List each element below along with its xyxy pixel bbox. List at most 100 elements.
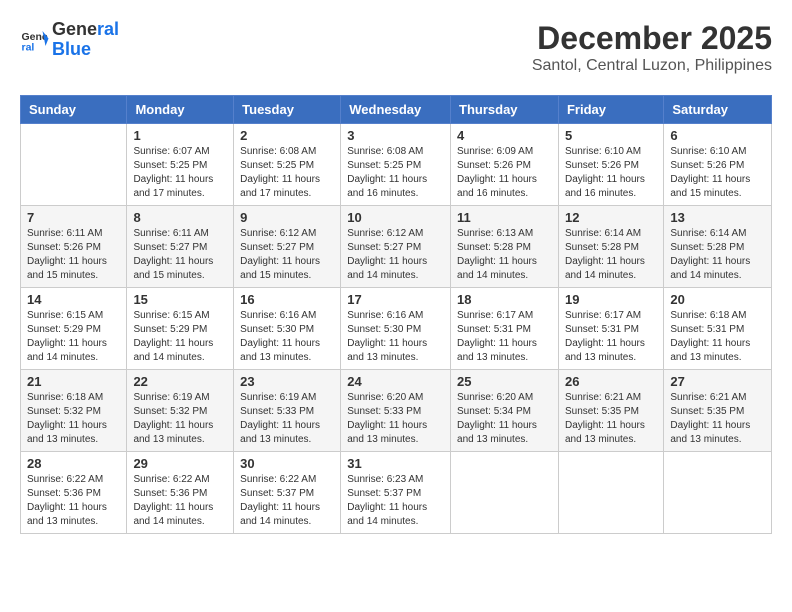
- day-info: Sunrise: 6:08 AMSunset: 5:25 PMDaylight:…: [347, 145, 444, 201]
- day-number: 16: [240, 292, 334, 307]
- day-info: Sunrise: 6:11 AMSunset: 5:27 PMDaylight:…: [133, 227, 227, 283]
- day-info: Sunrise: 6:16 AMSunset: 5:30 PMDaylight:…: [240, 309, 334, 365]
- day-number: 18: [457, 292, 552, 307]
- day-info: Sunrise: 6:19 AMSunset: 5:32 PMDaylight:…: [133, 391, 227, 447]
- day-info: Sunrise: 6:14 AMSunset: 5:28 PMDaylight:…: [670, 227, 765, 283]
- calendar-cell: 5Sunrise: 6:10 AMSunset: 5:26 PMDaylight…: [558, 124, 663, 206]
- day-info: Sunrise: 6:20 AMSunset: 5:33 PMDaylight:…: [347, 391, 444, 447]
- calendar-cell: 13 Sunrise: 6:14 AMSunset: 5:28 PMDayligh…: [664, 206, 772, 288]
- day-number: 14: [27, 292, 120, 307]
- calendar-cell: 18 Sunrise: 6:17 AMSunset: 5:31 PMDayligh…: [451, 288, 559, 370]
- day-number: 17: [347, 292, 444, 307]
- day-number: 3: [347, 128, 444, 143]
- day-info: Sunrise: 6:12 AMSunset: 5:27 PMDaylight:…: [240, 227, 334, 283]
- month-title: December 2025: [532, 20, 772, 57]
- calendar-cell: [451, 452, 559, 534]
- day-number: 6: [670, 128, 765, 143]
- svg-text:ral: ral: [22, 41, 35, 53]
- logo-text: General Blue: [52, 20, 119, 60]
- day-info: Sunrise: 6:17 AMSunset: 5:31 PMDaylight:…: [565, 309, 657, 365]
- calendar-cell: 21Sunrise: 6:18 AMSunset: 5:32 PMDayligh…: [21, 370, 127, 452]
- calendar-cell: 17 Sunrise: 6:16 AMSunset: 5:30 PMDayligh…: [341, 288, 451, 370]
- day-info: Sunrise: 6:21 AMSunset: 5:35 PMDaylight:…: [670, 391, 765, 447]
- day-info: Sunrise: 6:07 AMSunset: 5:25 PMDaylight:…: [133, 145, 227, 201]
- calendar-cell: 28Sunrise: 6:22 AMSunset: 5:36 PMDayligh…: [21, 452, 127, 534]
- weekday-header: Wednesday: [341, 96, 451, 124]
- day-info: Sunrise: 6:14 AMSunset: 5:28 PMDaylight:…: [565, 227, 657, 283]
- day-number: 1: [133, 128, 227, 143]
- day-info: Sunrise: 6:21 AMSunset: 5:35 PMDaylight:…: [565, 391, 657, 447]
- calendar-cell: 30 Sunrise: 6:22 AMSunset: 5:37 PMDayligh…: [234, 452, 341, 534]
- day-info: Sunrise: 6:15 AMSunset: 5:29 PMDaylight:…: [133, 309, 227, 365]
- weekday-header: Friday: [558, 96, 663, 124]
- day-info: Sunrise: 6:17 AMSunset: 5:31 PMDaylight:…: [457, 309, 552, 365]
- day-info: Sunrise: 6:11 AMSunset: 5:26 PMDaylight:…: [27, 227, 120, 283]
- day-number: 11: [457, 210, 552, 225]
- calendar-cell: 22 Sunrise: 6:19 AMSunset: 5:32 PMDayligh…: [127, 370, 234, 452]
- day-number: 12: [565, 210, 657, 225]
- day-number: 28: [27, 456, 120, 471]
- calendar-cell: [21, 124, 127, 206]
- weekday-header: Monday: [127, 96, 234, 124]
- calendar-cell: 24 Sunrise: 6:20 AMSunset: 5:33 PMDayligh…: [341, 370, 451, 452]
- logo: Gene ral General Blue: [20, 20, 119, 60]
- day-number: 15: [133, 292, 227, 307]
- day-number: 31: [347, 456, 444, 471]
- day-info: Sunrise: 6:15 AMSunset: 5:29 PMDaylight:…: [27, 309, 120, 365]
- day-info: Sunrise: 6:08 AMSunset: 5:25 PMDaylight:…: [240, 145, 334, 201]
- calendar-cell: 10 Sunrise: 6:12 AMSunset: 5:27 PMDayligh…: [341, 206, 451, 288]
- calendar-cell: [558, 452, 663, 534]
- day-info: Sunrise: 6:22 AMSunset: 5:36 PMDaylight:…: [133, 473, 227, 529]
- calendar-week-row: 21Sunrise: 6:18 AMSunset: 5:32 PMDayligh…: [21, 370, 772, 452]
- calendar-cell: 19 Sunrise: 6:17 AMSunset: 5:31 PMDayligh…: [558, 288, 663, 370]
- calendar-cell: 1 Sunrise: 6:07 AMSunset: 5:25 PMDaylight…: [127, 124, 234, 206]
- day-info: Sunrise: 6:18 AMSunset: 5:32 PMDaylight:…: [27, 391, 120, 447]
- day-info: Sunrise: 6:10 AMSunset: 5:26 PMDaylight:…: [565, 145, 657, 201]
- calendar-cell: 26 Sunrise: 6:21 AMSunset: 5:35 PMDayligh…: [558, 370, 663, 452]
- day-number: 30: [240, 456, 334, 471]
- weekday-header: Sunday: [21, 96, 127, 124]
- calendar-cell: 11Sunrise: 6:13 AMSunset: 5:28 PMDayligh…: [451, 206, 559, 288]
- day-info: Sunrise: 6:12 AMSunset: 5:27 PMDaylight:…: [347, 227, 444, 283]
- day-info: Sunrise: 6:22 AMSunset: 5:37 PMDaylight:…: [240, 473, 334, 529]
- day-number: 26: [565, 374, 657, 389]
- weekday-header: Thursday: [451, 96, 559, 124]
- calendar-cell: 14 Sunrise: 6:15 AMSunset: 5:29 PMDayligh…: [21, 288, 127, 370]
- day-number: 24: [347, 374, 444, 389]
- calendar-cell: 3 Sunrise: 6:08 AMSunset: 5:25 PMDaylight…: [341, 124, 451, 206]
- day-number: 7: [27, 210, 120, 225]
- calendar-week-row: 7 Sunrise: 6:11 AMSunset: 5:26 PMDaylight…: [21, 206, 772, 288]
- calendar-cell: [664, 452, 772, 534]
- calendar-cell: 25 Sunrise: 6:20 AMSunset: 5:34 PMDayligh…: [451, 370, 559, 452]
- day-number: 2: [240, 128, 334, 143]
- day-info: Sunrise: 6:20 AMSunset: 5:34 PMDaylight:…: [457, 391, 552, 447]
- day-number: 19: [565, 292, 657, 307]
- day-info: Sunrise: 6:18 AMSunset: 5:31 PMDaylight:…: [670, 309, 765, 365]
- weekday-header: Tuesday: [234, 96, 341, 124]
- day-info: Sunrise: 6:23 AMSunset: 5:37 PMDaylight:…: [347, 473, 444, 529]
- day-number: 29: [133, 456, 227, 471]
- calendar-cell: 9Sunrise: 6:12 AMSunset: 5:27 PMDaylight…: [234, 206, 341, 288]
- calendar-cell: 8Sunrise: 6:11 AMSunset: 5:27 PMDaylight…: [127, 206, 234, 288]
- day-number: 22: [133, 374, 227, 389]
- calendar-week-row: 14 Sunrise: 6:15 AMSunset: 5:29 PMDayligh…: [21, 288, 772, 370]
- calendar-week-row: 28 Sunrise: 6:22 AMSunset: 5:36 PMDayligh…: [21, 452, 772, 534]
- location-title: Santol, Central Luzon, Philippines: [532, 57, 772, 75]
- logo-icon: Gene ral: [20, 25, 50, 55]
- weekday-header: Saturday: [664, 96, 772, 124]
- day-number: 25: [457, 374, 552, 389]
- day-number: 10: [347, 210, 444, 225]
- day-info: Sunrise: 6:16 AMSunset: 5:30 PMDaylight:…: [347, 309, 444, 365]
- day-info: Sunrise: 6:09 AMSunset: 5:26 PMDaylight:…: [457, 145, 552, 201]
- calendar-cell: 7 Sunrise: 6:11 AMSunset: 5:26 PMDaylight…: [21, 206, 127, 288]
- calendar-week-row: 1 Sunrise: 6:07 AMSunset: 5:25 PMDaylight…: [21, 124, 772, 206]
- day-info: Sunrise: 6:19 AMSunset: 5:33 PMDaylight:…: [240, 391, 334, 447]
- day-number: 13: [670, 210, 765, 225]
- day-number: 27: [670, 374, 765, 389]
- calendar-cell: 12 Sunrise: 6:14 AMSunset: 5:28 PMDayligh…: [558, 206, 663, 288]
- calendar-cell: 2 Sunrise: 6:08 AMSunset: 5:25 PMDaylight…: [234, 124, 341, 206]
- day-number: 20: [670, 292, 765, 307]
- weekday-header-row: SundayMondayTuesdayWednesdayThursdayFrid…: [21, 96, 772, 124]
- calendar-cell: 31 Sunrise: 6:23 AMSunset: 5:37 PMDayligh…: [341, 452, 451, 534]
- calendar-cell: 23Sunrise: 6:19 AMSunset: 5:33 PMDayligh…: [234, 370, 341, 452]
